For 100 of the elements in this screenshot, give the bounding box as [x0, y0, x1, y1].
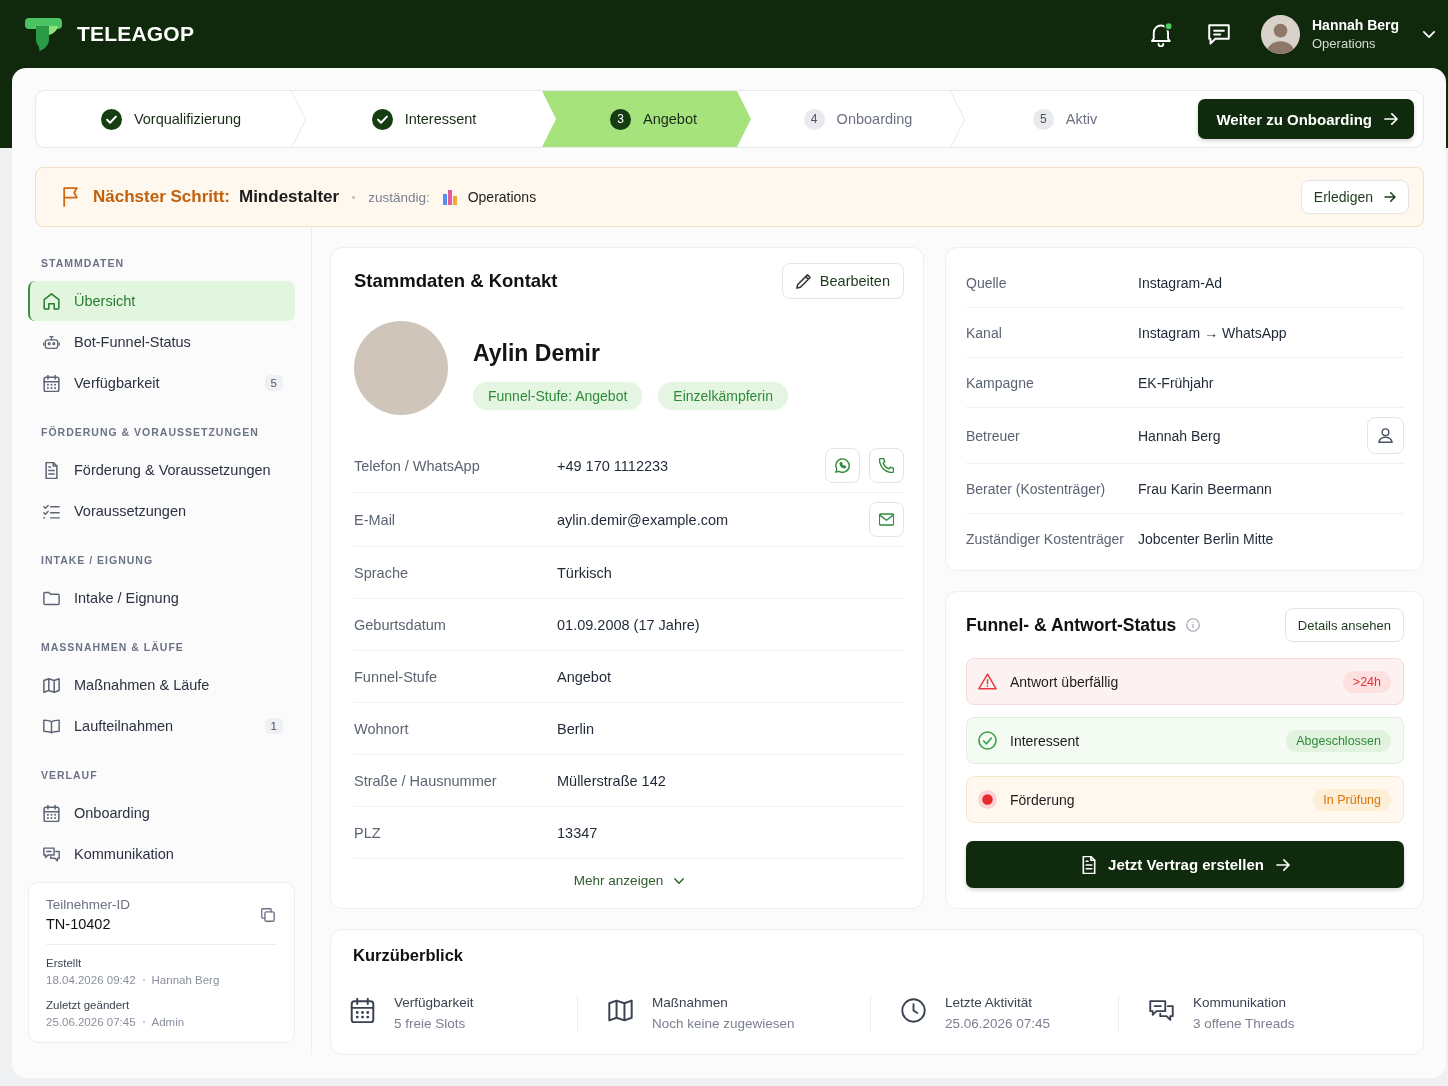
user-role: Operations	[1312, 36, 1377, 51]
field-value: +49 170 1112233	[557, 457, 669, 474]
warning-icon	[978, 672, 997, 691]
field-label: Funnel-Stufe	[354, 668, 439, 685]
overview-label: Letzte Aktivität	[945, 995, 1034, 1010]
whatsapp-button[interactable]	[825, 448, 860, 483]
field-value: Türkisch	[557, 564, 612, 581]
meta-label: Erstellt	[46, 957, 83, 969]
document-icon	[43, 461, 60, 479]
nav-item[interactable]: Bot-Funnel-Status	[28, 322, 295, 362]
chevron-down-icon	[674, 877, 685, 884]
book-icon	[43, 717, 60, 735]
count-badge: 1	[264, 718, 283, 734]
next-stage-button[interactable]: Weiter zu Onboarding	[1198, 99, 1414, 139]
count-badge: 5	[264, 375, 283, 391]
field-value: Hannah Berg	[1138, 427, 1221, 444]
meta-author: Hannah Berg	[151, 974, 220, 986]
overview-value: 3 offene Threads	[1193, 1016, 1295, 1031]
field-label: Quelle	[966, 274, 1008, 291]
chat-icon	[1149, 998, 1174, 1023]
field-label: PLZ	[354, 824, 382, 841]
field-value: Instagram → WhatsApp	[1138, 324, 1287, 341]
folder-icon	[43, 589, 60, 607]
assignee-button[interactable]	[1367, 417, 1404, 454]
info-icon	[1186, 618, 1201, 632]
robot-icon	[43, 333, 60, 351]
avatar-icon[interactable]	[1261, 14, 1300, 54]
tag: Einzelkämpferin	[658, 382, 788, 410]
section-heading: INTAKE / EIGNUNG	[40, 553, 155, 568]
complete-button[interactable]: Erledigen	[1300, 180, 1409, 214]
field-label: E-Mail	[354, 511, 397, 528]
clock-icon	[901, 998, 926, 1023]
check-icon	[100, 108, 122, 130]
overview-label: Verfügbarkeit	[394, 995, 474, 1010]
document-icon	[1082, 855, 1097, 874]
check-icon	[371, 108, 393, 130]
field-value: Angebot	[557, 668, 612, 685]
status-dot-icon	[978, 790, 997, 809]
field-value: Frau Karin Beermann	[1138, 480, 1272, 497]
nav-item[interactable]: Übersicht	[28, 281, 295, 321]
bell-icon[interactable]	[1150, 21, 1173, 47]
field-label: Kanal	[966, 324, 1003, 341]
field-value: EK-Frühjahr	[1138, 374, 1214, 391]
owner-name: Operations	[467, 189, 537, 205]
nav-item[interactable]: Intake / Eignung	[28, 578, 295, 618]
overview-value: 25.06.2026 07:45	[945, 1016, 1051, 1031]
map-icon	[608, 998, 633, 1023]
map-icon	[43, 676, 60, 694]
person-name: Aylin Demir	[473, 340, 601, 367]
show-more-button[interactable]: Mehr anzeigen	[569, 871, 689, 890]
stepper-step[interactable]: 4 Onboarding	[751, 91, 965, 147]
overview-value: Noch keine zugewiesen	[652, 1016, 795, 1031]
chevron-down-icon[interactable]	[1423, 30, 1435, 38]
nav-item[interactable]: Förderung & Voraussetzungen	[28, 450, 295, 490]
app-name: TELEAGOP	[77, 22, 195, 46]
message-icon[interactable]	[1208, 23, 1230, 45]
bar-chart-icon	[441, 189, 458, 205]
field-label: Betreuer	[966, 427, 1021, 444]
copy-icon[interactable]	[261, 907, 275, 922]
field-label: Straße / Hausnummer	[354, 772, 498, 789]
phone-icon	[879, 458, 894, 473]
details-button[interactable]: Details ansehen	[1284, 608, 1404, 642]
user-icon	[1378, 428, 1393, 443]
stepper-step[interactable]: Interessent	[306, 91, 542, 147]
checklist-icon	[43, 502, 60, 520]
step-number: 3	[610, 108, 631, 130]
nav-item[interactable]: Maßnahmen & Läufe	[28, 665, 295, 705]
create-contract-button[interactable]: Jetzt Vertrag erstellen	[966, 841, 1404, 888]
stepper-step[interactable]: Vorqualifizierung	[36, 91, 306, 147]
edit-button[interactable]: Bearbeiten	[781, 263, 904, 299]
section-heading: STAMMDATEN	[40, 256, 126, 271]
step-number: 5	[1032, 108, 1054, 130]
email-button[interactable]	[869, 502, 904, 537]
status-badge: In Prüfung	[1313, 788, 1391, 811]
field-label: Kampagne	[966, 374, 1035, 391]
nav-item[interactable]: Voraussetzungen	[28, 491, 295, 531]
nav-item[interactable]: Kommunikation	[28, 834, 295, 874]
status-label: Förderung	[1010, 791, 1075, 808]
field-value: Instagram-Ad	[1138, 274, 1223, 291]
field-value: Berlin	[557, 720, 595, 737]
field-value: aylin.demir@example.com	[557, 511, 729, 528]
field-value: 13347	[557, 824, 598, 841]
meta-author: Admin	[151, 1016, 185, 1028]
nav-item[interactable]: Onboarding	[28, 793, 295, 833]
field-value: Müllerstraße 142	[557, 772, 666, 789]
nav-item[interactable]: Laufteilnahmen 1	[28, 706, 295, 746]
stepper-step[interactable]: 5 Aktiv	[965, 91, 1165, 147]
nav-item[interactable]: Verfügbarkeit 5	[28, 363, 295, 403]
call-button[interactable]	[869, 448, 904, 483]
overview-label: Kommunikation	[1193, 995, 1288, 1010]
stepper-step[interactable]: 3 Angebot	[542, 91, 751, 147]
card-title: Funnel- & Antwort-Status	[966, 614, 1177, 636]
status-badge: Abgeschlossen	[1286, 729, 1391, 752]
arrow-right-icon	[1384, 192, 1396, 202]
card-title: Kurzüberblick	[353, 946, 464, 964]
section-heading: MASSNAHMEN & LÄUFE	[40, 640, 185, 655]
field-value: 01.09.2008 (17 Jahre)	[557, 616, 700, 633]
id-value: TN-10402	[46, 916, 112, 932]
step-number: 4	[803, 108, 825, 130]
status-badge: >24h	[1342, 670, 1391, 693]
